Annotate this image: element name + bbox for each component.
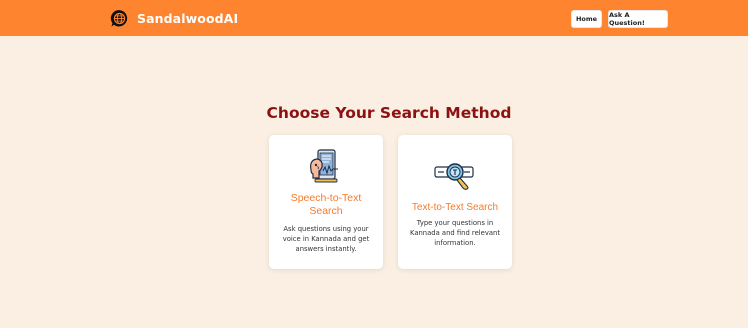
- ask-question-button[interactable]: Ask A Question!: [608, 10, 668, 28]
- text-search-icon: [434, 163, 474, 190]
- card-description: Type your questions in Kannada and find …: [406, 218, 504, 248]
- globe-chat-icon: [110, 9, 128, 27]
- speech-to-text-card[interactable]: Speech-to-Text Search Ask questions usin…: [269, 135, 383, 269]
- home-button[interactable]: Home: [571, 10, 602, 28]
- card-description: Ask questions using your voice in Kannad…: [277, 224, 375, 254]
- card-description-line: Ask questions using your: [283, 225, 369, 233]
- speech-to-text-icon: [310, 149, 338, 183]
- card-title: Text-to-Text Search: [411, 202, 499, 213]
- page-title: Choose Your Search Method: [266, 104, 512, 122]
- card-description-line: Type your questions in: [416, 219, 494, 227]
- card-title-line: Search: [309, 205, 343, 217]
- card-description-line: voice in Kannada and get: [282, 235, 370, 243]
- brand-name: SandalwoodAI: [137, 10, 239, 26]
- card-title-line: Speech-to-Text: [290, 192, 362, 204]
- card-title: Speech-to-Text Search: [269, 192, 383, 218]
- card-description-line: Kannada and find relevant: [410, 229, 500, 237]
- text-to-text-card[interactable]: Text-to-Text Search Type your questions …: [398, 135, 512, 269]
- card-description-line: answers instantly.: [295, 245, 357, 253]
- card-description-line: information.: [434, 239, 476, 247]
- navbar: SandalwoodAI Home Ask A Question!: [0, 0, 748, 36]
- brand[interactable]: SandalwoodAI: [110, 8, 238, 28]
